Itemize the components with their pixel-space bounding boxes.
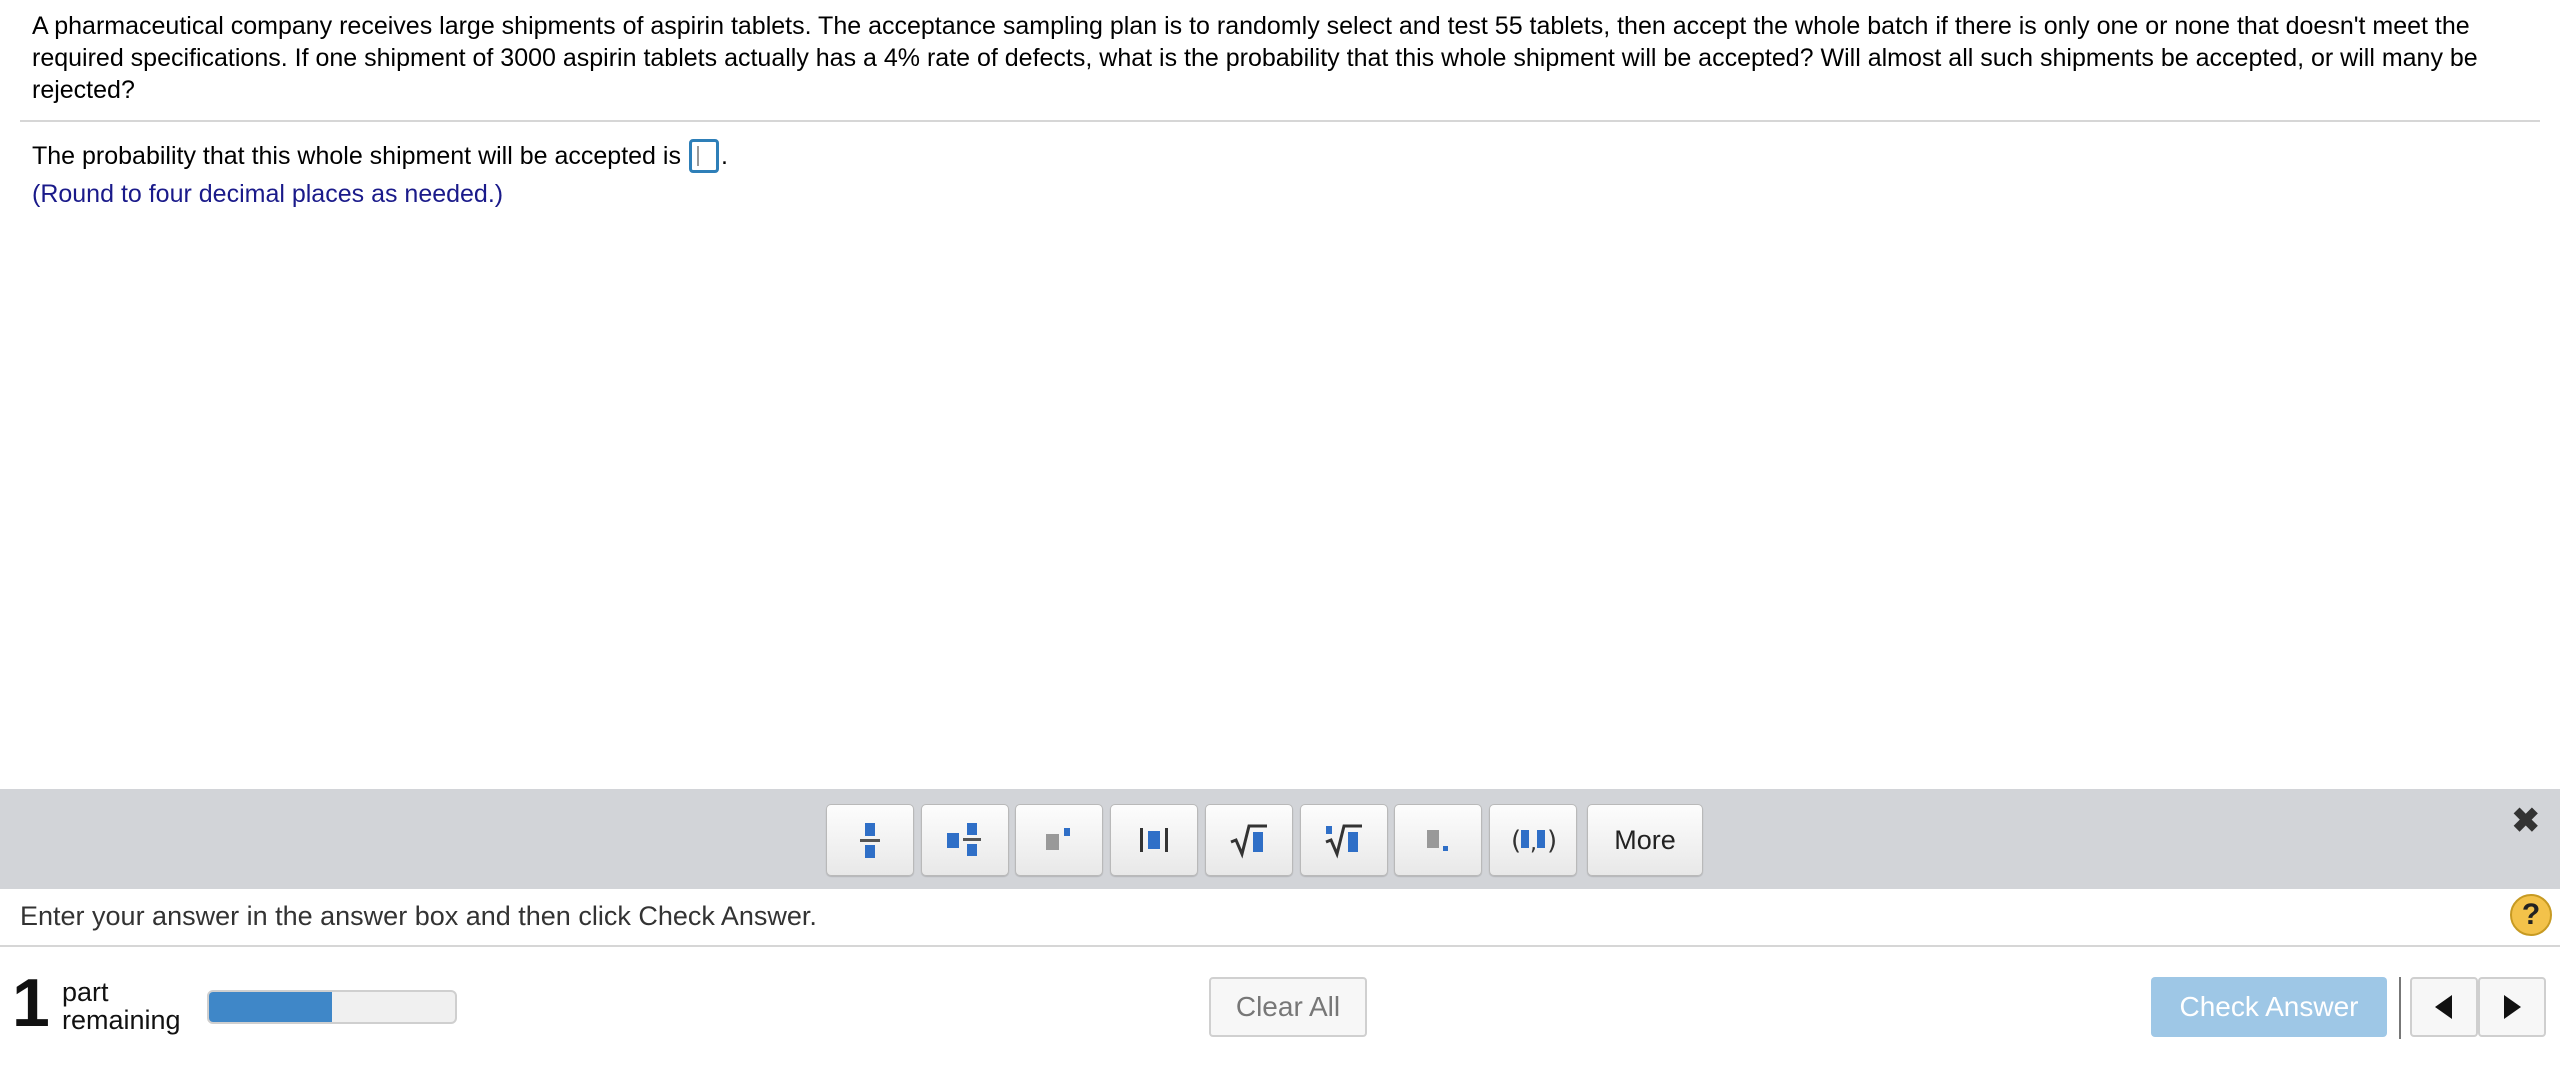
nth-root-button[interactable] (1300, 804, 1388, 876)
answer-prompt: The probability that this whole shipment… (32, 142, 681, 170)
fraction-icon (860, 823, 880, 858)
help-button[interactable]: ? (2510, 894, 2552, 936)
answer-input[interactable] (688, 139, 719, 173)
answer-suffix: . (720, 142, 728, 170)
fraction-button[interactable] (826, 804, 914, 876)
parts-remaining-count: 1 (12, 965, 50, 1041)
exponent-icon (1046, 828, 1070, 850)
square-root-button[interactable] (1205, 804, 1293, 876)
ordered-pair-icon: ( , ) (1511, 826, 1556, 856)
decimal-button[interactable] (1394, 804, 1482, 876)
next-button[interactable] (2478, 977, 2546, 1037)
question-text: A pharmaceutical company receives large … (32, 12, 2478, 104)
svg-text:(: ( (1511, 826, 1521, 856)
more-button[interactable]: More (1587, 804, 1703, 876)
mixed-number-icon (947, 823, 981, 856)
rounding-hint: (Round to four decimal places as needed.… (32, 180, 504, 208)
parts-remaining-label: part remaining (62, 978, 181, 1034)
svg-text:,: , (1530, 831, 1537, 856)
svg-text:): ) (1547, 826, 1556, 856)
divider (20, 120, 2540, 122)
absolute-value-button[interactable] (1110, 804, 1198, 876)
check-answer-button[interactable]: Check Answer (2151, 977, 2387, 1037)
answer-line: The probability that this whole shipment… (32, 138, 728, 174)
exponent-button[interactable] (1015, 804, 1103, 876)
previous-button[interactable] (2410, 977, 2478, 1037)
mixed-number-button[interactable] (921, 804, 1009, 876)
math-toolbar: ( , ) More (0, 789, 2560, 889)
nav-separator (2399, 977, 2401, 1039)
progress-bar (207, 990, 457, 1024)
instruction-text: Enter your answer in the answer box and … (20, 901, 817, 931)
nth-root-icon (1325, 824, 1362, 859)
close-icon[interactable]: ✖ (2512, 801, 2541, 841)
decimal-icon (1427, 830, 1448, 851)
text-caret (696, 146, 699, 166)
clear-all-button[interactable]: Clear All (1209, 977, 1367, 1037)
triangle-left-icon (2435, 995, 2452, 1019)
parts-label-line2: remaining (62, 1005, 181, 1035)
absolute-value-icon (1140, 828, 1168, 852)
parts-label-line1: part (62, 977, 109, 1007)
ordered-pair-button[interactable]: ( , ) (1489, 804, 1577, 876)
triangle-right-icon (2504, 995, 2521, 1019)
progress-fill (209, 992, 332, 1022)
square-root-icon (1230, 824, 1267, 859)
instruction-bar: Enter your answer in the answer box and … (0, 889, 2560, 947)
